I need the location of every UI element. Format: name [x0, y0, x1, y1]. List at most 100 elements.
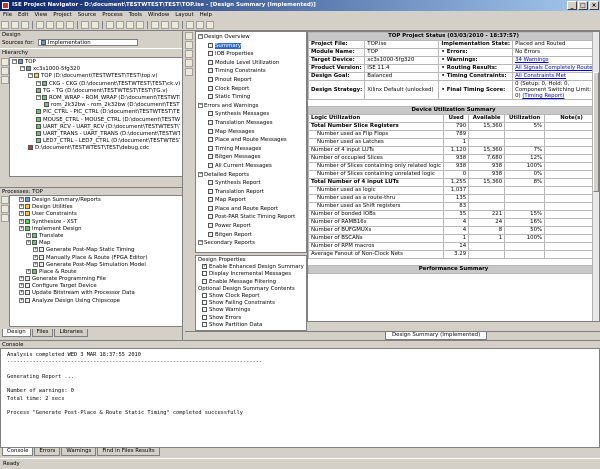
expand-toggle-icon[interactable]: +: [19, 218, 24, 224]
remove-source-icon[interactable]: [1, 67, 9, 75]
run-process-icon[interactable]: [1, 196, 9, 204]
add-source-icon[interactable]: [1, 58, 9, 66]
property-option[interactable]: Enable Message Filtering: [198, 278, 304, 286]
hierarchy-item[interactable]: − xc3s1000-5fg320: [12, 66, 180, 73]
nav-item[interactable]: Bitgen Messages: [198, 153, 304, 162]
nav-item[interactable]: Map Report: [198, 196, 304, 205]
process-item[interactable]: + Manually Place & Route (FPGA Editor): [12, 254, 180, 262]
process-item[interactable]: + User Constraints: [12, 211, 180, 218]
zoom-in-icon[interactable]: [116, 21, 124, 29]
expand-toggle-icon[interactable]: +: [26, 240, 31, 246]
hierarchy-item[interactable]: TG - TG (D:\document\TESTWTEST\TEST\TG.v…: [12, 87, 180, 95]
collapse-toggle-icon[interactable]: −: [198, 34, 203, 39]
expand-toggle-icon[interactable]: −: [28, 73, 33, 79]
open-icon[interactable]: [11, 21, 19, 29]
hierarchy-item[interactable]: − CKG - CKG (D:\document\TESTWTEST\TEST\c…: [12, 80, 180, 88]
collapse-toggle-icon[interactable]: −: [198, 240, 203, 246]
nav-item[interactable]: Synthesis Report: [198, 179, 304, 188]
menu-window[interactable]: Window: [145, 12, 172, 18]
status-value[interactable]: 34 Warnings: [512, 56, 599, 65]
collapse-toggle-icon[interactable]: −: [198, 171, 203, 177]
menu-view[interactable]: View: [31, 12, 50, 18]
expand-toggle-icon[interactable]: −: [20, 66, 25, 72]
nav-item[interactable]: −Errors and Warnings: [198, 102, 304, 111]
process-item[interactable]: + Analyze Design Using Chipscope: [12, 297, 180, 305]
nav-item[interactable]: −Detailed Reports: [198, 171, 304, 180]
redo-icon[interactable]: [91, 21, 99, 29]
nav-item[interactable]: Module Level Utilization: [198, 59, 304, 68]
hierarchy-item[interactable]: PIC_CTRL - PIC_CTRL (D:\document\TESTWTE…: [12, 109, 180, 116]
expand-toggle-icon[interactable]: +: [33, 254, 38, 260]
minimize-button[interactable]: _: [567, 1, 577, 10]
menu-help[interactable]: Help: [197, 12, 215, 18]
process-item[interactable]: + Configure Target Device: [12, 283, 180, 290]
expand-toggle-icon[interactable]: +: [19, 276, 24, 282]
tab-libraries[interactable]: Libraries: [54, 329, 88, 337]
expand-toggle-icon[interactable]: +: [26, 232, 31, 238]
process-item[interactable]: + Place & Route: [12, 268, 180, 276]
help-icon[interactable]: [171, 21, 179, 29]
nav-item[interactable]: −Secondary Reports: [198, 239, 304, 248]
process-item[interactable]: + Implement Design: [12, 225, 180, 233]
checkbox[interactable]: [202, 278, 207, 284]
optional-option[interactable]: Show Partition Data: [198, 321, 304, 329]
nav-item[interactable]: Place and Route Report: [198, 205, 304, 214]
tab-find-in-files-results[interactable]: Find in Files Results: [97, 448, 160, 456]
nav-item[interactable]: Bitgen Report: [198, 231, 304, 240]
hierarchy-item[interactable]: D:\document\TESTWTEST\TEST\debug.cdc: [12, 145, 180, 152]
tab-design[interactable]: Design: [2, 329, 31, 337]
checkbox[interactable]: [202, 292, 207, 298]
property-option[interactable]: ✓ Enable Enhanced Design Summary: [198, 264, 304, 271]
nav-item[interactable]: Summary: [198, 42, 304, 51]
status-value[interactable]: All Signals Completely Routed: [512, 64, 599, 73]
nav-item[interactable]: Timing Messages: [198, 145, 304, 154]
checkbox[interactable]: [202, 271, 207, 277]
nav-print-icon[interactable]: [185, 59, 193, 67]
expand-toggle-icon[interactable]: +: [19, 225, 24, 231]
hierarchy-item[interactable]: rom_2k32bw - rom_2k32bw (D:\document\TES…: [12, 102, 180, 109]
nav-item[interactable]: All Current Messages: [198, 162, 304, 171]
performance-summary-title[interactable]: Performance Summary: [308, 265, 599, 274]
layout-icon[interactable]: [186, 21, 194, 29]
expand-toggle-icon[interactable]: +: [19, 283, 24, 289]
process-item[interactable]: + Map: [12, 240, 180, 247]
expand-toggle-icon[interactable]: +: [33, 247, 38, 253]
tab-errors[interactable]: Errors: [34, 448, 61, 456]
expand-toggle-icon[interactable]: −: [12, 59, 17, 64]
new-icon[interactable]: [1, 21, 9, 29]
close-button[interactable]: ×: [589, 1, 599, 10]
checkbox[interactable]: [202, 300, 207, 306]
collapse-toggle-icon[interactable]: −: [198, 102, 203, 108]
menu-file[interactable]: File: [0, 12, 15, 18]
language-templates-icon[interactable]: [206, 21, 214, 29]
timing-report-link[interactable]: (Timing Report): [522, 93, 564, 99]
nav-item[interactable]: Translation Report: [198, 188, 304, 197]
process-item[interactable]: + Design Summary/Reports: [12, 197, 180, 204]
checkbox[interactable]: [202, 321, 207, 327]
checkbox[interactable]: ✓: [202, 264, 207, 270]
summary-scrollbar[interactable]: [592, 32, 599, 321]
zoom-out-icon[interactable]: [126, 21, 134, 29]
property-option[interactable]: Display Incremental Messages: [198, 271, 304, 278]
menu-layout[interactable]: Layout: [172, 12, 196, 18]
expand-toggle-icon[interactable]: +: [19, 290, 24, 296]
process-item[interactable]: + Generate Programming File: [12, 276, 180, 283]
nav-item[interactable]: Timing Constraints: [198, 67, 304, 76]
nav-item[interactable]: Clock Report: [198, 85, 304, 94]
sources-for-select[interactable]: Implementation: [37, 39, 138, 46]
undo-icon[interactable]: [81, 21, 89, 29]
nav-item[interactable]: IOB Properties: [198, 50, 304, 59]
zoom-fit-icon[interactable]: [136, 21, 144, 29]
nav-item[interactable]: −Design Overview: [198, 33, 304, 42]
copy-icon[interactable]: [46, 21, 54, 29]
window-icon[interactable]: [196, 21, 204, 29]
maximize-button[interactable]: □: [578, 1, 588, 10]
hierarchy-item[interactable]: − ROM_WRAP - ROM_WRAP (D:\document\TESTWT…: [12, 94, 180, 102]
process-item[interactable]: + Generate Post-Map Static Timing: [12, 247, 180, 254]
process-item[interactable]: + Design Utilities: [12, 204, 180, 211]
nav-item[interactable]: Static Timing: [198, 93, 304, 102]
properties-icon[interactable]: [1, 76, 9, 84]
expand-toggle-icon[interactable]: +: [19, 297, 24, 303]
nav-item[interactable]: Translation Messages: [198, 119, 304, 128]
expand-toggle-icon[interactable]: +: [19, 197, 24, 202]
